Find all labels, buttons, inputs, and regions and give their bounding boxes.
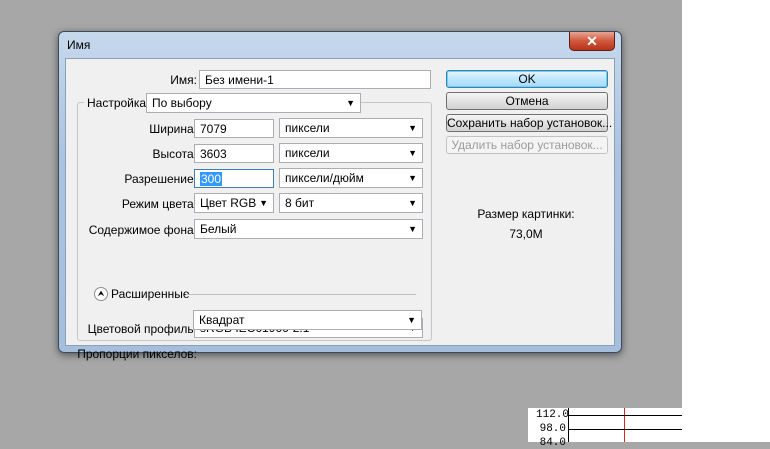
pixel-aspect-label: Пропорции пикселов: xyxy=(77,347,197,361)
height-unit-value: пиксели xyxy=(285,146,330,160)
advanced-label: Расширенные xyxy=(111,287,190,301)
vertical-ruler: 112.0 98.0 84.0 xyxy=(528,408,682,449)
bit-depth-value: 8 бит xyxy=(285,196,315,210)
resolution-unit-value: пиксели/дюйм xyxy=(285,171,364,185)
color-mode-value: Цвет RGB xyxy=(200,196,257,210)
dialog-body: Имя: Без имени-1 Настройка: По выбору ▼ … xyxy=(65,58,615,361)
width-unit-value: пиксели xyxy=(285,121,330,135)
width-input[interactable]: 7079 xyxy=(194,119,274,138)
canvas-background xyxy=(682,0,770,442)
chevron-down-icon: ▼ xyxy=(408,148,417,158)
color-profile-label: Цветовой профиль: xyxy=(87,322,197,336)
chevron-down-icon: ▼ xyxy=(407,315,416,325)
ruler-tick-label: 84.0 xyxy=(539,437,566,449)
name-label: Имя: xyxy=(170,73,197,87)
name-input[interactable]: Без имени-1 xyxy=(199,70,431,89)
background-value: Белый xyxy=(200,222,237,236)
preset-select[interactable]: По выбору ▼ xyxy=(146,93,361,113)
chevron-down-icon: ▼ xyxy=(408,123,417,133)
advanced-divider xyxy=(186,294,416,295)
color-mode-select[interactable]: Цвет RGB ▼ xyxy=(194,193,274,213)
width-unit-select[interactable]: пиксели ▼ xyxy=(279,118,423,138)
ruler-tick-label: 112.0 xyxy=(536,409,570,421)
resolution-unit-select[interactable]: пиксели/дюйм ▼ xyxy=(279,168,423,188)
image-size-label: Размер картинки: xyxy=(477,207,575,221)
cancel-button[interactable]: Отмена xyxy=(446,92,608,110)
height-label: Высота: xyxy=(152,147,197,161)
ruler-tick-line xyxy=(568,429,682,430)
chevron-down-icon: ▼ xyxy=(408,173,417,183)
background-select[interactable]: Белый ▼ xyxy=(194,219,423,239)
width-label: Ширина: xyxy=(149,122,197,136)
resolution-label: Разрешение: xyxy=(124,172,197,186)
chevron-down-icon: ▼ xyxy=(259,198,268,208)
close-button[interactable]: ✕ xyxy=(569,32,615,51)
save-preset-button[interactable]: Сохранить набор установок... xyxy=(446,114,612,132)
image-size-value: 73,0M xyxy=(509,227,543,241)
height-input[interactable]: 3603 xyxy=(194,144,274,163)
ruler-marker-line xyxy=(624,408,625,442)
pixel-aspect-value: Квадрат xyxy=(199,313,245,327)
chevron-down-icon: ▼ xyxy=(408,224,417,234)
color-mode-label: Режим цвета: xyxy=(121,197,197,211)
delete-preset-button: Удалить набор установок... xyxy=(446,136,608,154)
chevron-down-icon: ▼ xyxy=(346,98,355,108)
ruler-tick-line xyxy=(568,415,682,416)
preset-label: Настройка: xyxy=(84,96,153,110)
preset-value: По выбору xyxy=(152,96,212,110)
resolution-value: 300 xyxy=(200,172,223,186)
close-icon: ✕ xyxy=(586,33,598,49)
bit-depth-select[interactable]: 8 бит ▼ xyxy=(279,193,423,213)
ok-button[interactable]: OK xyxy=(446,70,608,88)
background-label: Содержимое фона: xyxy=(88,223,197,237)
collapse-chevron-icon[interactable]: ⮝ xyxy=(94,287,108,301)
chevron-down-icon: ▼ xyxy=(408,198,417,208)
pixel-aspect-select[interactable]: Квадрат ▼ xyxy=(193,310,422,330)
dialog-title: Имя xyxy=(67,38,91,52)
height-unit-select[interactable]: пиксели ▼ xyxy=(279,143,423,163)
ruler-tick-label: 98.0 xyxy=(539,423,566,435)
new-document-dialog: Имя ✕ Имя: Без имени-1 Настройка: По выб… xyxy=(58,31,622,361)
resolution-input[interactable]: 300 xyxy=(194,169,274,188)
